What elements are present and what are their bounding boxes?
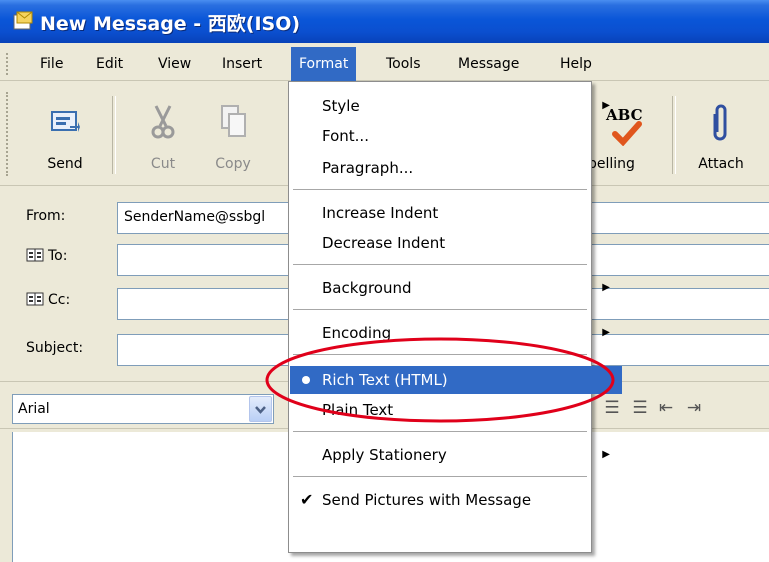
background-label: Background (322, 279, 412, 297)
apply-stationery-label: Apply Stationery (322, 446, 447, 464)
from-label: From: (26, 208, 66, 224)
chevron-down-icon[interactable] (249, 396, 272, 422)
encoding-label: Encoding (322, 324, 392, 342)
paperclip-icon (713, 104, 727, 141)
menu-item-font[interactable]: Font... (290, 122, 622, 150)
cut-button[interactable]: Cut (128, 90, 198, 178)
send-label: Send (47, 156, 83, 172)
window-title: New Message - 西欧(ISO) (40, 13, 301, 35)
copy-label: Copy (215, 156, 251, 172)
send-pictures-label: Send Pictures with Message (322, 491, 532, 509)
checkmark-icon: ✔ (300, 490, 314, 509)
menu-item-background[interactable]: Background ▶ (290, 274, 622, 302)
submenu-arrow-icon: ▶ (602, 100, 610, 111)
menu-item-apply-stationery[interactable]: Apply Stationery ▶ (290, 441, 622, 469)
menu-separator (293, 431, 587, 432)
title-bar: New Message - 西欧(ISO) (0, 0, 769, 43)
menu-help[interactable]: Help (552, 47, 600, 81)
menubar-grip[interactable] (6, 53, 11, 75)
menu-separator (293, 189, 587, 190)
cc-label[interactable]: Cc: (26, 292, 70, 308)
menu-item-decrease-indent[interactable]: Decrease Indent (290, 229, 622, 257)
font-name-value: Arial (18, 401, 50, 417)
cut-label: Cut (150, 156, 176, 172)
menu-format[interactable]: Format (291, 47, 357, 81)
menu-separator (293, 264, 587, 265)
menu-bar: File Edit View Insert Format Tools Messa… (0, 47, 769, 81)
attach-button[interactable]: Attach (686, 90, 756, 178)
menu-tools[interactable]: Tools (378, 47, 429, 81)
increase-indent-icon[interactable]: ⇥ (682, 399, 706, 417)
send-icon (51, 111, 80, 132)
toolbar-grip[interactable] (6, 92, 11, 176)
rich-text-label: Rich Text (HTML) (322, 371, 448, 389)
subject-label: Subject: (26, 340, 84, 356)
style-label: Style (322, 97, 360, 115)
menu-file[interactable]: File (32, 47, 71, 81)
menu-view[interactable]: View (150, 47, 199, 81)
copy-button[interactable]: Copy (198, 90, 268, 178)
toolbar-separator (112, 96, 116, 174)
menu-edit[interactable]: Edit (88, 47, 131, 81)
menu-item-paragraph[interactable]: Paragraph... (290, 154, 622, 182)
address-book-icon (26, 292, 44, 306)
to-label[interactable]: To: (26, 248, 67, 264)
menu-item-plain-text[interactable]: Plain Text (290, 396, 622, 424)
decrease-indent-icon[interactable]: ⇤ (654, 399, 678, 417)
send-button[interactable]: Send (30, 90, 100, 178)
submenu-arrow-icon: ▶ (602, 327, 610, 338)
submenu-arrow-icon: ▶ (602, 449, 610, 460)
menu-item-style[interactable]: Style ▶ (290, 92, 622, 120)
menu-separator (293, 354, 587, 355)
bulleted-list-icon[interactable]: ☰ (628, 399, 652, 417)
radio-bullet-icon (302, 376, 310, 384)
to-label-text: To: (48, 248, 68, 264)
address-book-icon (26, 248, 44, 262)
menu-separator (293, 309, 587, 310)
attach-label: Attach (698, 156, 744, 172)
toolbar-separator (672, 96, 676, 174)
menu-item-send-pictures[interactable]: ✔ Send Pictures with Message (290, 486, 622, 514)
menu-message[interactable]: Message (450, 47, 527, 81)
new-message-icon (13, 11, 33, 30)
menu-item-rich-text[interactable]: Rich Text (HTML) (290, 366, 622, 394)
menu-insert[interactable]: Insert (214, 47, 270, 81)
font-name-select[interactable]: Arial (12, 394, 274, 424)
submenu-arrow-icon: ▶ (602, 282, 610, 293)
menu-item-increase-indent[interactable]: Increase Indent (290, 199, 622, 227)
menu-item-encoding[interactable]: Encoding ▶ (290, 319, 622, 347)
format-menu: Style ▶ Font... Paragraph... Increase In… (288, 81, 622, 553)
copy-icon (221, 105, 246, 137)
cc-label-text: Cc: (48, 292, 71, 308)
scissors-icon (151, 105, 175, 139)
menu-separator (293, 476, 587, 477)
